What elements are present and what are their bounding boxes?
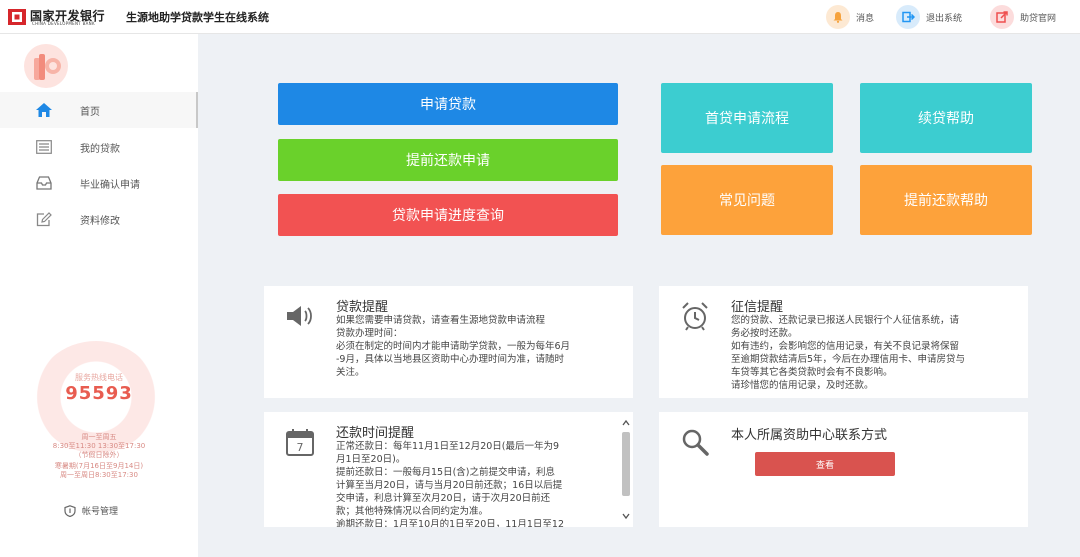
sidebar: 首页 我的贷款 毕业确认申请 资料修改 服务热线电话 95593 周一至周五 8… — [0, 34, 198, 557]
scroll-down-icon[interactable] — [621, 511, 631, 521]
home-icon — [34, 100, 54, 120]
brand-name-en: CHINA DEVELOPMENT BANK — [32, 21, 95, 26]
hotline-number: 95593 — [65, 383, 133, 404]
official-site-link[interactable]: 助贷官网 — [990, 5, 1056, 29]
card-title: 本人所属资助中心联系方式 — [731, 428, 888, 443]
card-line: 您的贷款、还款记录已报送人民银行个人征信系统，请 — [731, 315, 960, 326]
card-title: 贷款提醒 — [336, 300, 389, 315]
sidebar-item-label: 资料修改 — [80, 215, 120, 227]
credit-reminder-card: 征信提醒 您的贷款、还款记录已报送人民银行个人征信系统，请 务必按时还款。 如有… — [659, 286, 1028, 398]
system-title: 生源地助学贷款学生在线系统 — [126, 11, 269, 24]
sidebar-item-graduation[interactable]: 毕业确认申请 — [0, 165, 198, 201]
bank-logo-icon — [8, 9, 26, 25]
card-line: 逾期还款日：1月至10月的1日至20日，11月1日至12 — [336, 519, 564, 527]
card-line: 如果您需要申请贷款，请查看生源地贷款申请流程 — [336, 315, 546, 326]
sidebar-item-label: 我的贷款 — [80, 143, 120, 155]
alarm-clock-icon — [682, 302, 708, 331]
hotline-hours: （节假日除外） — [74, 451, 124, 459]
faq-button[interactable]: 常见问题 — [661, 165, 833, 235]
repayment-reminder-card: 7 还款时间提醒 正常还款日：每年11月1日至12月20日(最后一年为9 月1日… — [264, 412, 633, 527]
account-management-label: 帐号管理 — [82, 507, 119, 517]
card-title: 征信提醒 — [731, 300, 784, 315]
hotline-hours: 周一至周日8:30至17:30 — [60, 471, 138, 479]
shield-icon — [64, 504, 76, 517]
top-header: 国家开发银行 CHINA DEVELOPMENT BANK 生源地助学贷款学生在… — [0, 0, 1080, 34]
card-line: 月1日至20日)。 — [336, 454, 406, 465]
logout-button[interactable]: 退出系统 — [896, 5, 962, 29]
first-loan-process-button[interactable]: 首贷申请流程 — [661, 83, 833, 153]
card-body: 如果您需要申请贷款，请查看生源地贷款申请流程 贷款办理时间： 必须在制定的时间内… — [336, 314, 619, 379]
contact-card: 本人所属资助中心联系方式 查看 — [659, 412, 1028, 527]
card-body: 您的贷款、还款记录已报送人民银行个人征信系统，请 务必按时还款。 如有违约，会影… — [731, 314, 1014, 392]
card-line: 贷款办理时间： — [336, 328, 403, 339]
card-line: 如有违约，会影响您的信用记录，有关不良记录将保留 — [731, 341, 960, 352]
svg-text:7: 7 — [297, 441, 304, 454]
scrollbar[interactable] — [621, 416, 631, 523]
card-line: 款；其他特殊情况以合同约定为准。 — [336, 506, 489, 517]
sidebar-item-my-loans[interactable]: 我的贷款 — [0, 129, 198, 165]
scrollbar-thumb[interactable] — [622, 432, 630, 496]
apply-loan-button[interactable]: 申请贷款 — [278, 83, 618, 125]
logout-label: 退出系统 — [926, 13, 963, 24]
card-line: 交申请，利息计算至次月20日，请于次月20日前还 — [336, 493, 551, 504]
logout-icon — [896, 5, 920, 29]
card-line: 必须在制定的时间内才能申请助学贷款，一般为每年6月 — [336, 341, 571, 352]
hotline-label: 服务热线电话 — [75, 373, 123, 382]
external-link-icon — [990, 5, 1014, 29]
list-icon — [34, 137, 54, 157]
card-line: 请珍惜您的信用记录，及时还款。 — [731, 380, 874, 391]
card-line: 正常还款日：每年11月1日至12月20日(最后一年为9 — [336, 441, 560, 452]
messages-button[interactable]: 消息 — [826, 5, 874, 29]
speaker-icon — [287, 306, 312, 326]
sidebar-item-label: 毕业确认申请 — [80, 179, 140, 191]
early-repayment-help-button[interactable]: 提前还款帮助 — [860, 165, 1032, 235]
application-progress-button[interactable]: 贷款申请进度查询 — [278, 194, 618, 236]
early-repayment-apply-button[interactable]: 提前还款申请 — [278, 139, 618, 181]
sidebar-item-profile-edit[interactable]: 资料修改 — [0, 201, 198, 237]
renewal-help-button[interactable]: 续贷帮助 — [860, 83, 1032, 153]
scroll-up-icon[interactable] — [621, 418, 631, 428]
sidebar-item-home[interactable]: 首页 — [0, 92, 198, 128]
card-line: 关注。 — [336, 367, 365, 378]
official-site-label: 助贷官网 — [1020, 13, 1057, 24]
card-body: 正常还款日：每年11月1日至12月20日(最后一年为9 月1日至20日)。 提前… — [336, 440, 615, 527]
view-contact-button[interactable]: 查看 — [755, 452, 895, 476]
card-title: 还款时间提醒 — [336, 426, 415, 441]
card-line: 务必按时还款。 — [731, 328, 798, 339]
card-line: 车贷等其它各类贷款时会有不良影响。 — [731, 367, 893, 378]
messages-label: 消息 — [856, 13, 875, 24]
edit-icon — [34, 209, 54, 229]
loan-reminder-card: 贷款提醒 如果您需要申请贷款，请查看生源地贷款申请流程 贷款办理时间： 必须在制… — [264, 286, 633, 398]
account-management-link[interactable]: 帐号管理 — [64, 504, 118, 517]
search-icon — [682, 429, 709, 456]
card-line: 计算至当月20日，请与当月20日前还款；16日以后提 — [336, 480, 563, 491]
avatar[interactable] — [24, 44, 68, 88]
card-line: -9月，具体以当地县区资助中心办理时间为准，请随时 — [336, 354, 564, 365]
card-line: 提前还款日：一般每月15日(含)之前提交申请，利息 — [336, 467, 556, 478]
sidebar-item-label: 首页 — [80, 106, 100, 118]
card-line: 至逾期贷款结清后5年，今后在办理信用卡、申请房贷与 — [731, 354, 966, 365]
calendar-icon: 7 — [286, 429, 314, 456]
inbox-icon — [34, 173, 54, 193]
bell-icon — [826, 5, 850, 29]
